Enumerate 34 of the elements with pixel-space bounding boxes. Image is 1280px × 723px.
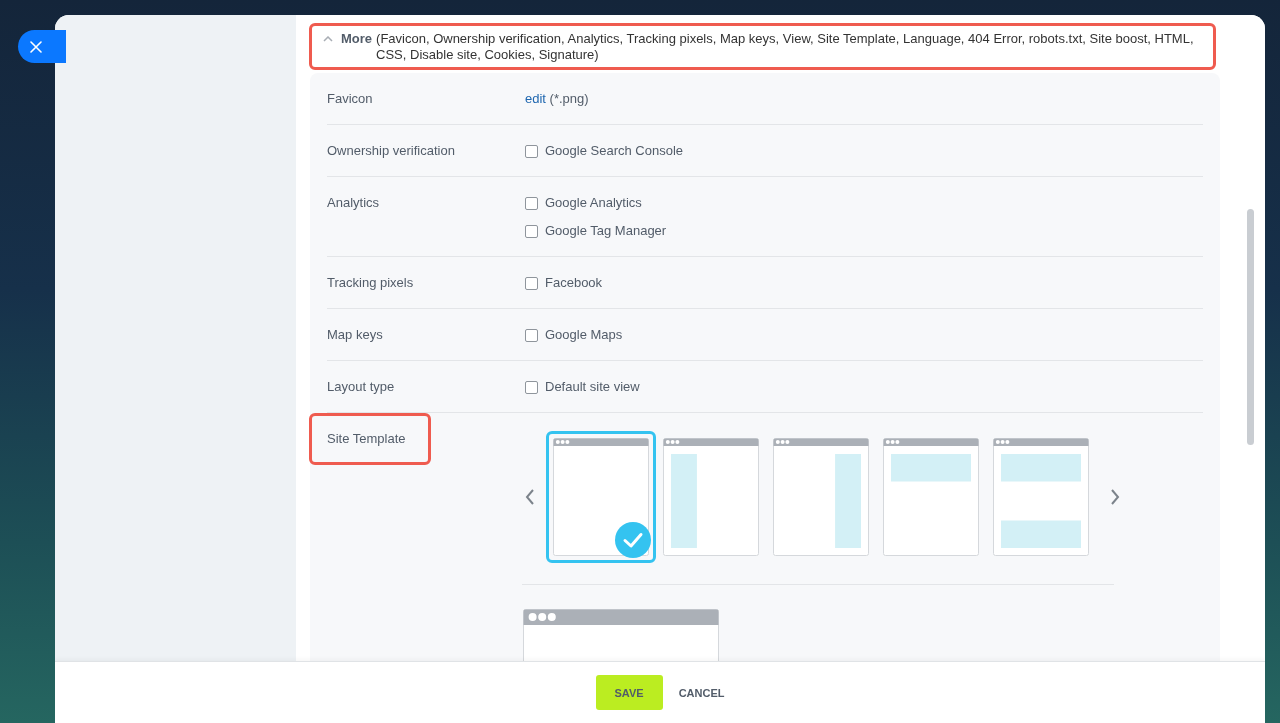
checkbox[interactable] (525, 380, 538, 394)
section-title: More (341, 31, 373, 48)
file-type-note: (*.png) (548, 91, 589, 106)
chevron-right-icon[interactable] (1110, 489, 1120, 505)
field-label: Favicon (327, 91, 373, 106)
save-button[interactable]: SAVE (595, 675, 663, 710)
field-label: Analytics (327, 195, 380, 210)
template-option[interactable] (546, 431, 656, 563)
checkbox[interactable] (525, 144, 538, 158)
check-icon (615, 522, 651, 558)
field-label: Tracking pixels (327, 275, 414, 290)
field-label: Map keys (327, 327, 383, 342)
field-label: Site Template (327, 431, 406, 446)
checkbox-label: Default site view (545, 379, 640, 395)
close-button[interactable] (18, 30, 66, 63)
edit-link[interactable]: edit (525, 91, 546, 106)
scrollbar[interactable] (1246, 209, 1254, 445)
checkbox[interactable] (525, 276, 538, 290)
checkbox-label: Google Maps (545, 327, 623, 343)
field-label: Layout type (327, 379, 395, 394)
checkbox[interactable] (525, 328, 538, 342)
checkbox[interactable] (525, 224, 538, 238)
section-summary: (Favicon, Ownership verification, Analytics, Tracking pixels, Map keys, View, Site Template, Language, 404 Error, robots.txt, Site boost, HTML, CSS, Disable site, Cookies, Signature) (376, 31, 1195, 63)
checkbox-label: Google Search Console (545, 143, 684, 159)
field-label: Ownership verification (327, 143, 455, 158)
chevron-up-icon (323, 36, 333, 42)
chevron-left-icon[interactable] (525, 489, 535, 505)
close-icon (30, 40, 42, 53)
checkbox-label: Facebook (545, 275, 603, 291)
checkbox-label: Google Analytics (545, 195, 642, 211)
cancel-button[interactable]: CANCEL (678, 675, 725, 710)
checkbox-label: Google Tag Manager (545, 223, 667, 239)
section-header[interactable]: More (Favicon, Ownership verification, Analytics, Tracking pixels, Map keys, View, Site Template, Language, 404 Error, robots.txt, Site boost, HTML, CSS, Disable site, Cookies, Signature) (309, 23, 1216, 70)
checkbox[interactable] (525, 196, 538, 210)
